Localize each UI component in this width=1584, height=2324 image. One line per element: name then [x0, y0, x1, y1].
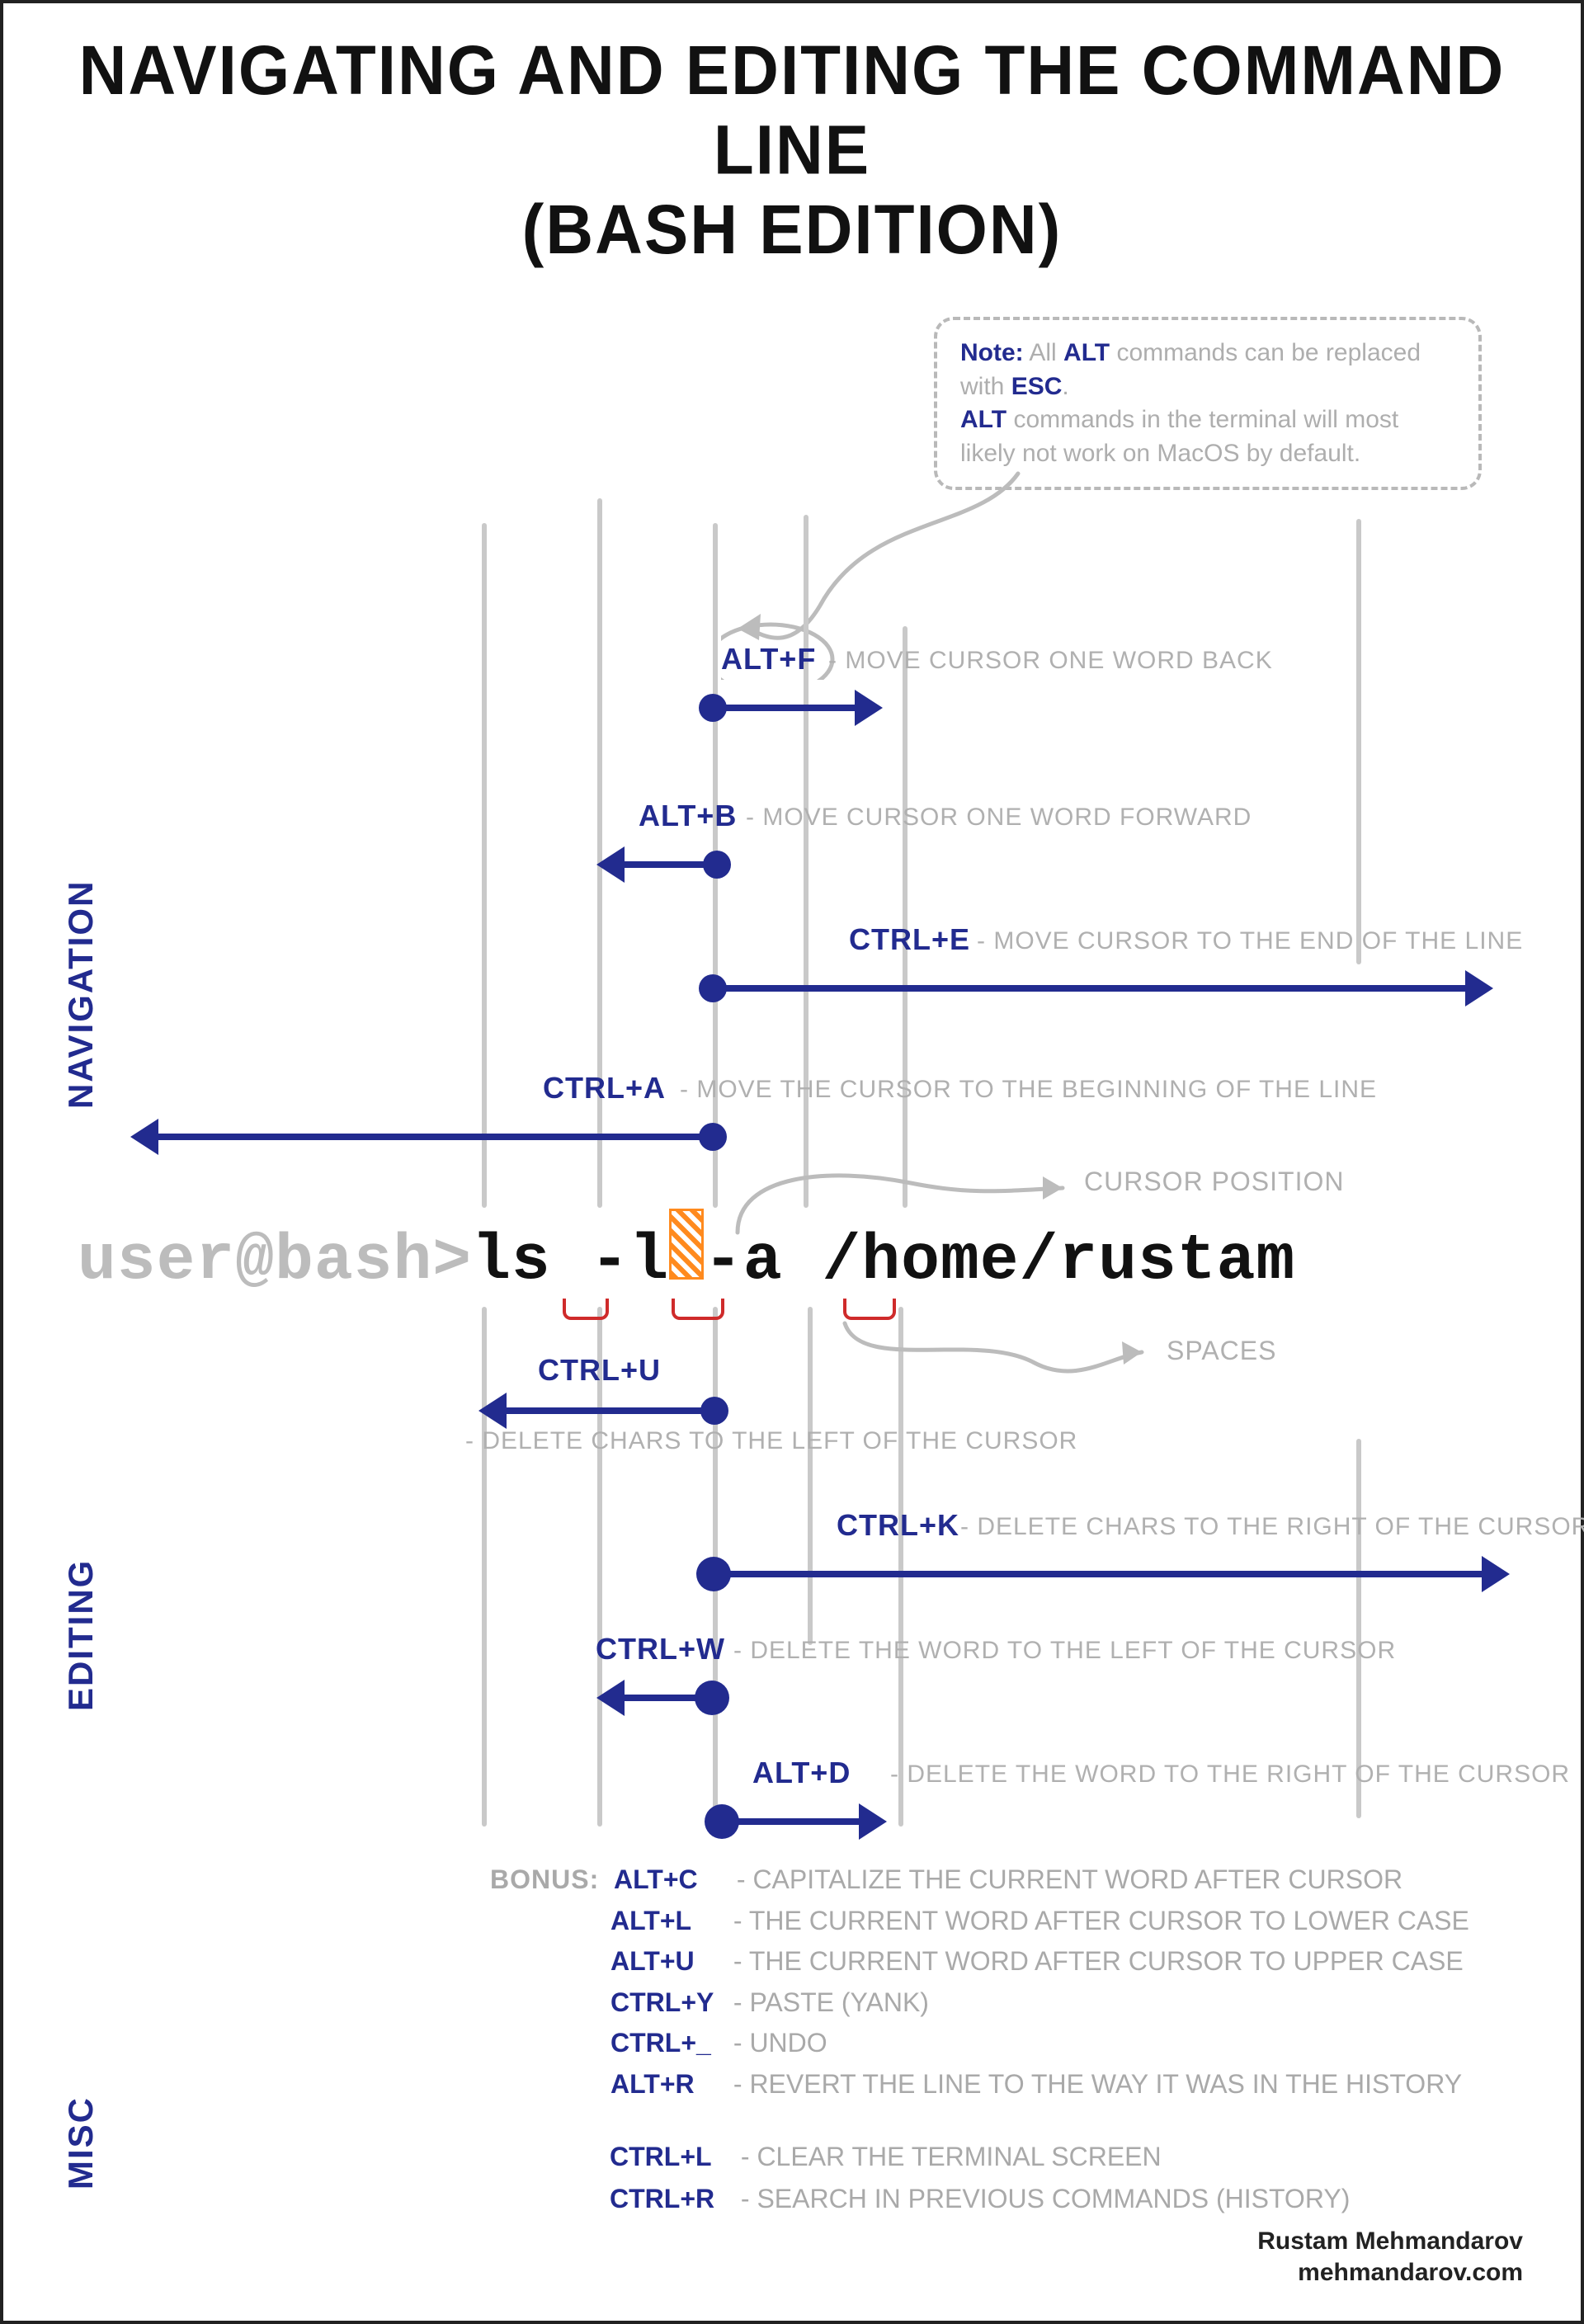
misc-key-0: CTRL+L [610, 2136, 733, 2178]
misc-desc-1: - SEARCH IN PREVIOUS COMMANDS (HISTORY) [741, 2184, 1350, 2213]
note-box: Note: All ALT commands can be replaced w… [934, 317, 1482, 490]
desc-ctrl-u: - DELETE CHARS TO THE LEFT OF THE CURSOR [465, 1427, 1077, 1455]
bonus-key-1: ALT+L [610, 1901, 726, 1942]
key-alt-b: ALT+B [639, 799, 737, 833]
row-ctrl-u: CTRL+U - DELETE CHARS TO THE LEFT OF THE… [3, 1356, 1581, 1455]
bonus-lead: BONUS: [490, 1864, 599, 1894]
bonus-row-5: ALT+R - REVERT THE LINE TO THE WAY IT WA… [490, 2064, 1515, 2105]
bonus-key-2: ALT+U [610, 1941, 726, 1982]
key-ctrl-e: CTRL+E [849, 922, 970, 957]
command-line: user@bash>ls -l -a /home/rustam [78, 1212, 1531, 1298]
key-ctrl-w: CTRL+W [596, 1632, 725, 1666]
note-lead: Note: [960, 339, 1024, 366]
arrow-ctrl-k [713, 1571, 1505, 1577]
desc-ctrl-w: - DELETE THE WORD TO THE LEFT OF THE CUR… [733, 1637, 1396, 1665]
misc-key-1: CTRL+R [610, 2178, 733, 2220]
key-ctrl-u: CTRL+U [538, 1353, 661, 1388]
desc-ctrl-e: - MOVE CURSOR TO THE END OF THE LINE [977, 927, 1523, 955]
misc-row-0: CTRL+L - CLEAR THE TERMINAL SCREEN [610, 2136, 1515, 2178]
key-ctrl-a: CTRL+A [543, 1071, 666, 1105]
desc-alt-b: - MOVE CURSOR ONE WORD FORWARD [746, 804, 1252, 832]
arrow-alt-f [713, 705, 878, 711]
row-alt-b: ALT+B - MOVE CURSOR ONE WORD FORWARD [3, 804, 1581, 903]
bonus-desc-2: - THE CURRENT WORD AFTER CURSOR TO UPPER… [733, 1946, 1464, 1976]
bonus-block: BONUS: ALT+C - CAPITALIZE THE CURRENT WO… [490, 1860, 1515, 2105]
desc-alt-d: - DELETE THE WORD TO THE RIGHT OF THE CU… [890, 1761, 1570, 1789]
bonus-key-4: CTRL+_ [610, 2023, 726, 2064]
row-alt-d: ALT+D - DELETE THE WORD TO THE RIGHT OF … [3, 1761, 1581, 1860]
bonus-row-3: CTRL+Y - PASTE (YANK) [490, 1982, 1515, 2024]
arrow-ctrl-a [135, 1134, 713, 1140]
key-alt-f: ALT+F [721, 642, 816, 676]
desc-alt-f: - MOVE CURSOR ONE WORD BACK [828, 647, 1273, 675]
row-ctrl-w: CTRL+W - DELETE THE WORD TO THE LEFT OF … [3, 1637, 1581, 1736]
bonus-desc-0: - CAPITALIZE THE CURRENT WORD AFTER CURS… [737, 1864, 1402, 1894]
credit: Rustam Mehmandarov mehmandarov.com [1257, 2226, 1523, 2288]
cli-prompt: user@bash> [78, 1225, 472, 1298]
key-alt-d: ALT+D [752, 1756, 851, 1790]
key-ctrl-k: CTRL+K [837, 1508, 959, 1543]
space-bracket-2 [672, 1299, 724, 1320]
bonus-row-0: BONUS: ALT+C - CAPITALIZE THE CURRENT WO… [490, 1860, 1515, 1901]
cli-pre: ls -l [472, 1225, 669, 1298]
note-alt: ALT [1063, 339, 1110, 366]
note-esc: ESC [1011, 373, 1063, 400]
cursor-position-label: CURSOR POSITION [1084, 1167, 1344, 1197]
note-alt-2: ALT [960, 406, 1006, 433]
page-title: NAVIGATING AND EDITING THE COMMAND LINE … [53, 31, 1531, 270]
row-ctrl-k: CTRL+K - DELETE CHARS TO THE RIGHT OF TH… [3, 1513, 1581, 1612]
bonus-desc-1: - THE CURRENT WORD AFTER CURSOR TO LOWER… [733, 1906, 1469, 1935]
note-text-2: commands in the terminal will most likel… [960, 406, 1398, 467]
space-bracket-1 [563, 1299, 609, 1320]
row-alt-f: ALT+F - MOVE CURSOR ONE WORD BACK [3, 647, 1581, 746]
arrow-ctrl-u [483, 1407, 714, 1414]
bonus-key-5: ALT+R [610, 2064, 726, 2105]
arrow-ctrl-w [601, 1695, 713, 1701]
bonus-row-4: CTRL+_ - UNDO [490, 2023, 1515, 2064]
misc-desc-0: - CLEAR THE TERMINAL SCREEN [741, 2142, 1162, 2171]
title-line-1: NAVIGATING AND EDITING THE COMMAND LINE [79, 31, 1506, 188]
cursor-icon [669, 1209, 704, 1280]
misc-row-1: CTRL+R - SEARCH IN PREVIOUS COMMANDS (HI… [610, 2178, 1515, 2220]
bonus-row-1: ALT+L - THE CURRENT WORD AFTER CURSOR TO… [490, 1901, 1515, 1942]
cli-post: -a /home/rustam [704, 1225, 1295, 1298]
row-ctrl-e: CTRL+E - MOVE CURSOR TO THE END OF THE L… [3, 927, 1581, 1026]
bonus-key-3: CTRL+Y [610, 1982, 726, 2024]
arrow-ctrl-e [713, 985, 1488, 992]
desc-ctrl-a: - MOVE THE CURSOR TO THE BEGINNING OF TH… [680, 1076, 1377, 1104]
section-misc-label: MISC [61, 2096, 101, 2190]
bonus-desc-5: - REVERT THE LINE TO THE WAY IT WAS IN T… [733, 2069, 1462, 2099]
credit-site: mehmandarov.com [1298, 2259, 1523, 2286]
desc-ctrl-k: - DELETE CHARS TO THE RIGHT OF THE CURSO… [960, 1513, 1584, 1541]
arrow-alt-d [721, 1818, 882, 1825]
bonus-key-0: ALT+C [614, 1860, 729, 1901]
title-line-2: (BASH EDITION) [522, 191, 1063, 267]
arrow-alt-b [601, 861, 717, 868]
bonus-row-2: ALT+U - THE CURRENT WORD AFTER CURSOR TO… [490, 1941, 1515, 1982]
misc-block: CTRL+L - CLEAR THE TERMINAL SCREEN CTRL+… [610, 2136, 1515, 2220]
cheatsheet-page: NAVIGATING AND EDITING THE COMMAND LINE … [0, 0, 1584, 2324]
credit-name: Rustam Mehmandarov [1257, 2227, 1523, 2255]
note-text-1a: All [1029, 339, 1063, 366]
bonus-desc-3: - PASTE (YANK) [733, 1987, 929, 2017]
bonus-desc-4: - UNDO [733, 2028, 827, 2058]
note-text-1c: . [1062, 373, 1068, 400]
